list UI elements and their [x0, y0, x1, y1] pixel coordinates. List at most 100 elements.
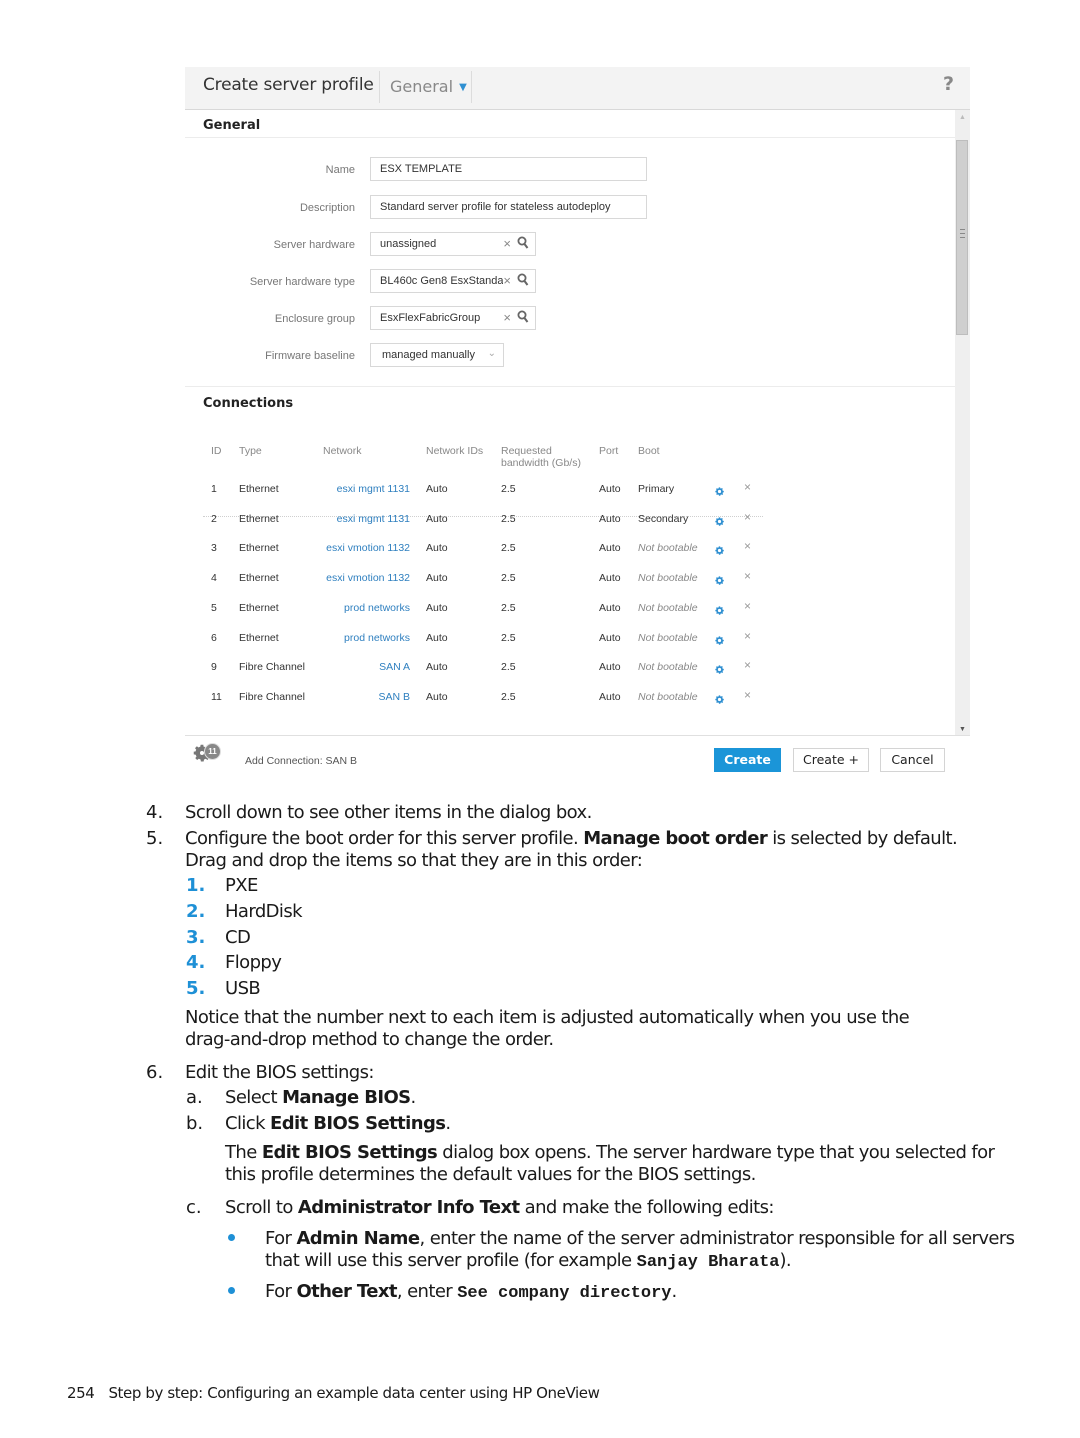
cell-boot: Not bootable	[638, 572, 698, 585]
step-number: 4.	[146, 802, 164, 823]
substep-b-text: Click Edit BIOS Settings.	[225, 1112, 451, 1135]
network-link[interactable]: prod networks	[300, 602, 410, 614]
activity-count-badge: 11	[204, 743, 221, 760]
cell-boot: Not bootable	[638, 601, 698, 614]
clear-icon[interactable]: ×	[503, 236, 511, 251]
firmware-baseline-select[interactable]: managed manually ⌄	[370, 343, 504, 367]
activity-message: Add Connection: SAN B	[245, 755, 358, 767]
dialog-title: Create server profile	[203, 75, 374, 95]
step-number: 6.	[146, 1062, 164, 1083]
cell-type: Ethernet	[239, 542, 279, 555]
dialog-body: General Name ESX TEMPLATE Description St…	[185, 110, 955, 735]
server-hardware-input[interactable]: unassigned ×	[370, 232, 536, 256]
delete-connection-icon[interactable]: ×	[744, 599, 751, 613]
name-input[interactable]: ESX TEMPLATE	[370, 157, 647, 181]
edit-connection-gear-icon[interactable]	[714, 692, 725, 710]
cell-bandwidth: 2.5	[501, 661, 516, 674]
cell-type: Ethernet	[239, 631, 279, 644]
create-button[interactable]: Create	[714, 748, 781, 772]
cell-network-ids: Auto	[426, 483, 448, 495]
cell-id: 3	[211, 542, 217, 555]
col-bandwidth-line1: Requested	[501, 445, 552, 457]
network-link[interactable]: prod networks	[300, 632, 410, 644]
text: , enter	[396, 1281, 458, 1302]
description-value: Standard server profile for stateless au…	[380, 201, 611, 213]
bullet-admin-name-line2: that will use this server profile (for e…	[265, 1249, 792, 1274]
enclosure-group-input[interactable]: EsxFlexFabricGroup ×	[370, 306, 536, 330]
delete-connection-icon[interactable]: ×	[744, 688, 751, 702]
substep-letter: a.	[186, 1087, 203, 1108]
server-hardware-type-input[interactable]: BL460c Gen8 EsxStanda ×	[370, 269, 536, 293]
delete-connection-icon[interactable]: ×	[744, 569, 751, 583]
clear-icon[interactable]: ×	[503, 310, 511, 325]
connections-heading: Connections	[203, 396, 294, 411]
page-footer: 254 Step by step: Configuring an example …	[67, 1384, 600, 1402]
cell-type: Fibre Channel	[239, 661, 305, 674]
network-link[interactable]: esxi vmotion 1132	[300, 542, 410, 554]
chevron-down-icon: ▼	[459, 82, 467, 93]
boot-order-number: 3.	[186, 926, 206, 948]
substep-b-note: The Edit BIOS Settings dialog box opens.…	[225, 1141, 995, 1164]
col-boot: Boot	[638, 445, 660, 457]
delete-connection-icon[interactable]: ×	[744, 480, 751, 494]
ui-term: Admin Name	[296, 1228, 420, 1249]
section-menu[interactable]: General ▼	[390, 77, 467, 96]
section-menu-label: General	[390, 77, 454, 96]
bullet-other-text: For Other Text, enter See company direct…	[265, 1280, 677, 1305]
step-5-text: Configure the boot order for this server…	[185, 827, 958, 850]
cancel-button[interactable]: Cancel	[880, 748, 945, 772]
search-icon[interactable]	[517, 310, 529, 327]
edit-connection-gear-icon[interactable]	[714, 543, 725, 561]
cell-type: Ethernet	[239, 512, 279, 525]
cell-type: Ethernet	[239, 601, 279, 614]
cell-bandwidth: 2.5	[501, 542, 516, 555]
text: The	[225, 1142, 262, 1163]
text: Scroll to	[225, 1197, 298, 1218]
col-type: Type	[239, 445, 262, 457]
create-plus-button[interactable]: Create +	[793, 748, 869, 772]
firmware-baseline-label: Firmware baseline	[265, 350, 355, 362]
edit-connection-gear-icon[interactable]	[714, 573, 725, 591]
boot-order-label: PXE	[225, 875, 258, 896]
clear-icon[interactable]: ×	[503, 273, 511, 288]
cell-network-ids: Auto	[426, 690, 448, 703]
step-6-text: Edit the BIOS settings:	[185, 1062, 374, 1083]
cell-id: 2	[211, 512, 217, 525]
divider	[185, 386, 955, 387]
edit-connection-gear-icon[interactable]	[714, 484, 725, 502]
search-icon[interactable]	[517, 236, 529, 253]
delete-connection-icon[interactable]: ×	[744, 629, 751, 643]
cell-type: Fibre Channel	[239, 690, 305, 703]
scrollbar-thumb[interactable]	[956, 140, 968, 335]
edit-connection-gear-icon[interactable]	[714, 633, 725, 651]
edit-connection-gear-icon[interactable]	[714, 603, 725, 621]
header-divider	[379, 71, 380, 103]
scroll-up-arrow-icon[interactable]: ▲	[959, 114, 966, 121]
edit-connection-gear-icon[interactable]	[714, 514, 725, 532]
network-link[interactable]: esxi mgmt 1131	[300, 483, 410, 495]
edit-connection-gear-icon[interactable]	[714, 662, 725, 680]
step-number: 5.	[146, 828, 164, 849]
description-input[interactable]: Standard server profile for stateless au…	[370, 195, 647, 219]
search-icon[interactable]	[517, 273, 529, 290]
network-link[interactable]: SAN B	[300, 691, 410, 703]
cell-boot: Not bootable	[638, 690, 698, 703]
code-example: See company directory	[457, 1284, 672, 1303]
text: Click	[225, 1113, 271, 1134]
delete-connection-icon[interactable]: ×	[744, 539, 751, 553]
scroll-down-arrow-icon[interactable]: ▼	[959, 726, 966, 733]
delete-connection-icon[interactable]: ×	[744, 510, 751, 524]
network-link[interactable]: esxi mgmt 1131	[300, 513, 410, 525]
bullet-icon	[228, 1234, 235, 1241]
help-icon[interactable]: ?	[943, 73, 954, 95]
vertical-scrollbar[interactable]: ▲ ▼	[955, 110, 970, 735]
cell-boot: Primary	[638, 483, 675, 495]
delete-connection-icon[interactable]: ×	[744, 658, 751, 672]
network-link[interactable]: esxi vmotion 1132	[300, 572, 410, 584]
cell-network-ids: Auto	[426, 601, 448, 614]
substep-a-text: Select Manage BIOS.	[225, 1086, 416, 1109]
network-link[interactable]: SAN A	[300, 661, 410, 673]
cell-bandwidth: 2.5	[501, 572, 516, 585]
text: and make the following edits:	[519, 1197, 775, 1218]
footer-title: Step by step: Configuring an example dat…	[108, 1384, 600, 1402]
